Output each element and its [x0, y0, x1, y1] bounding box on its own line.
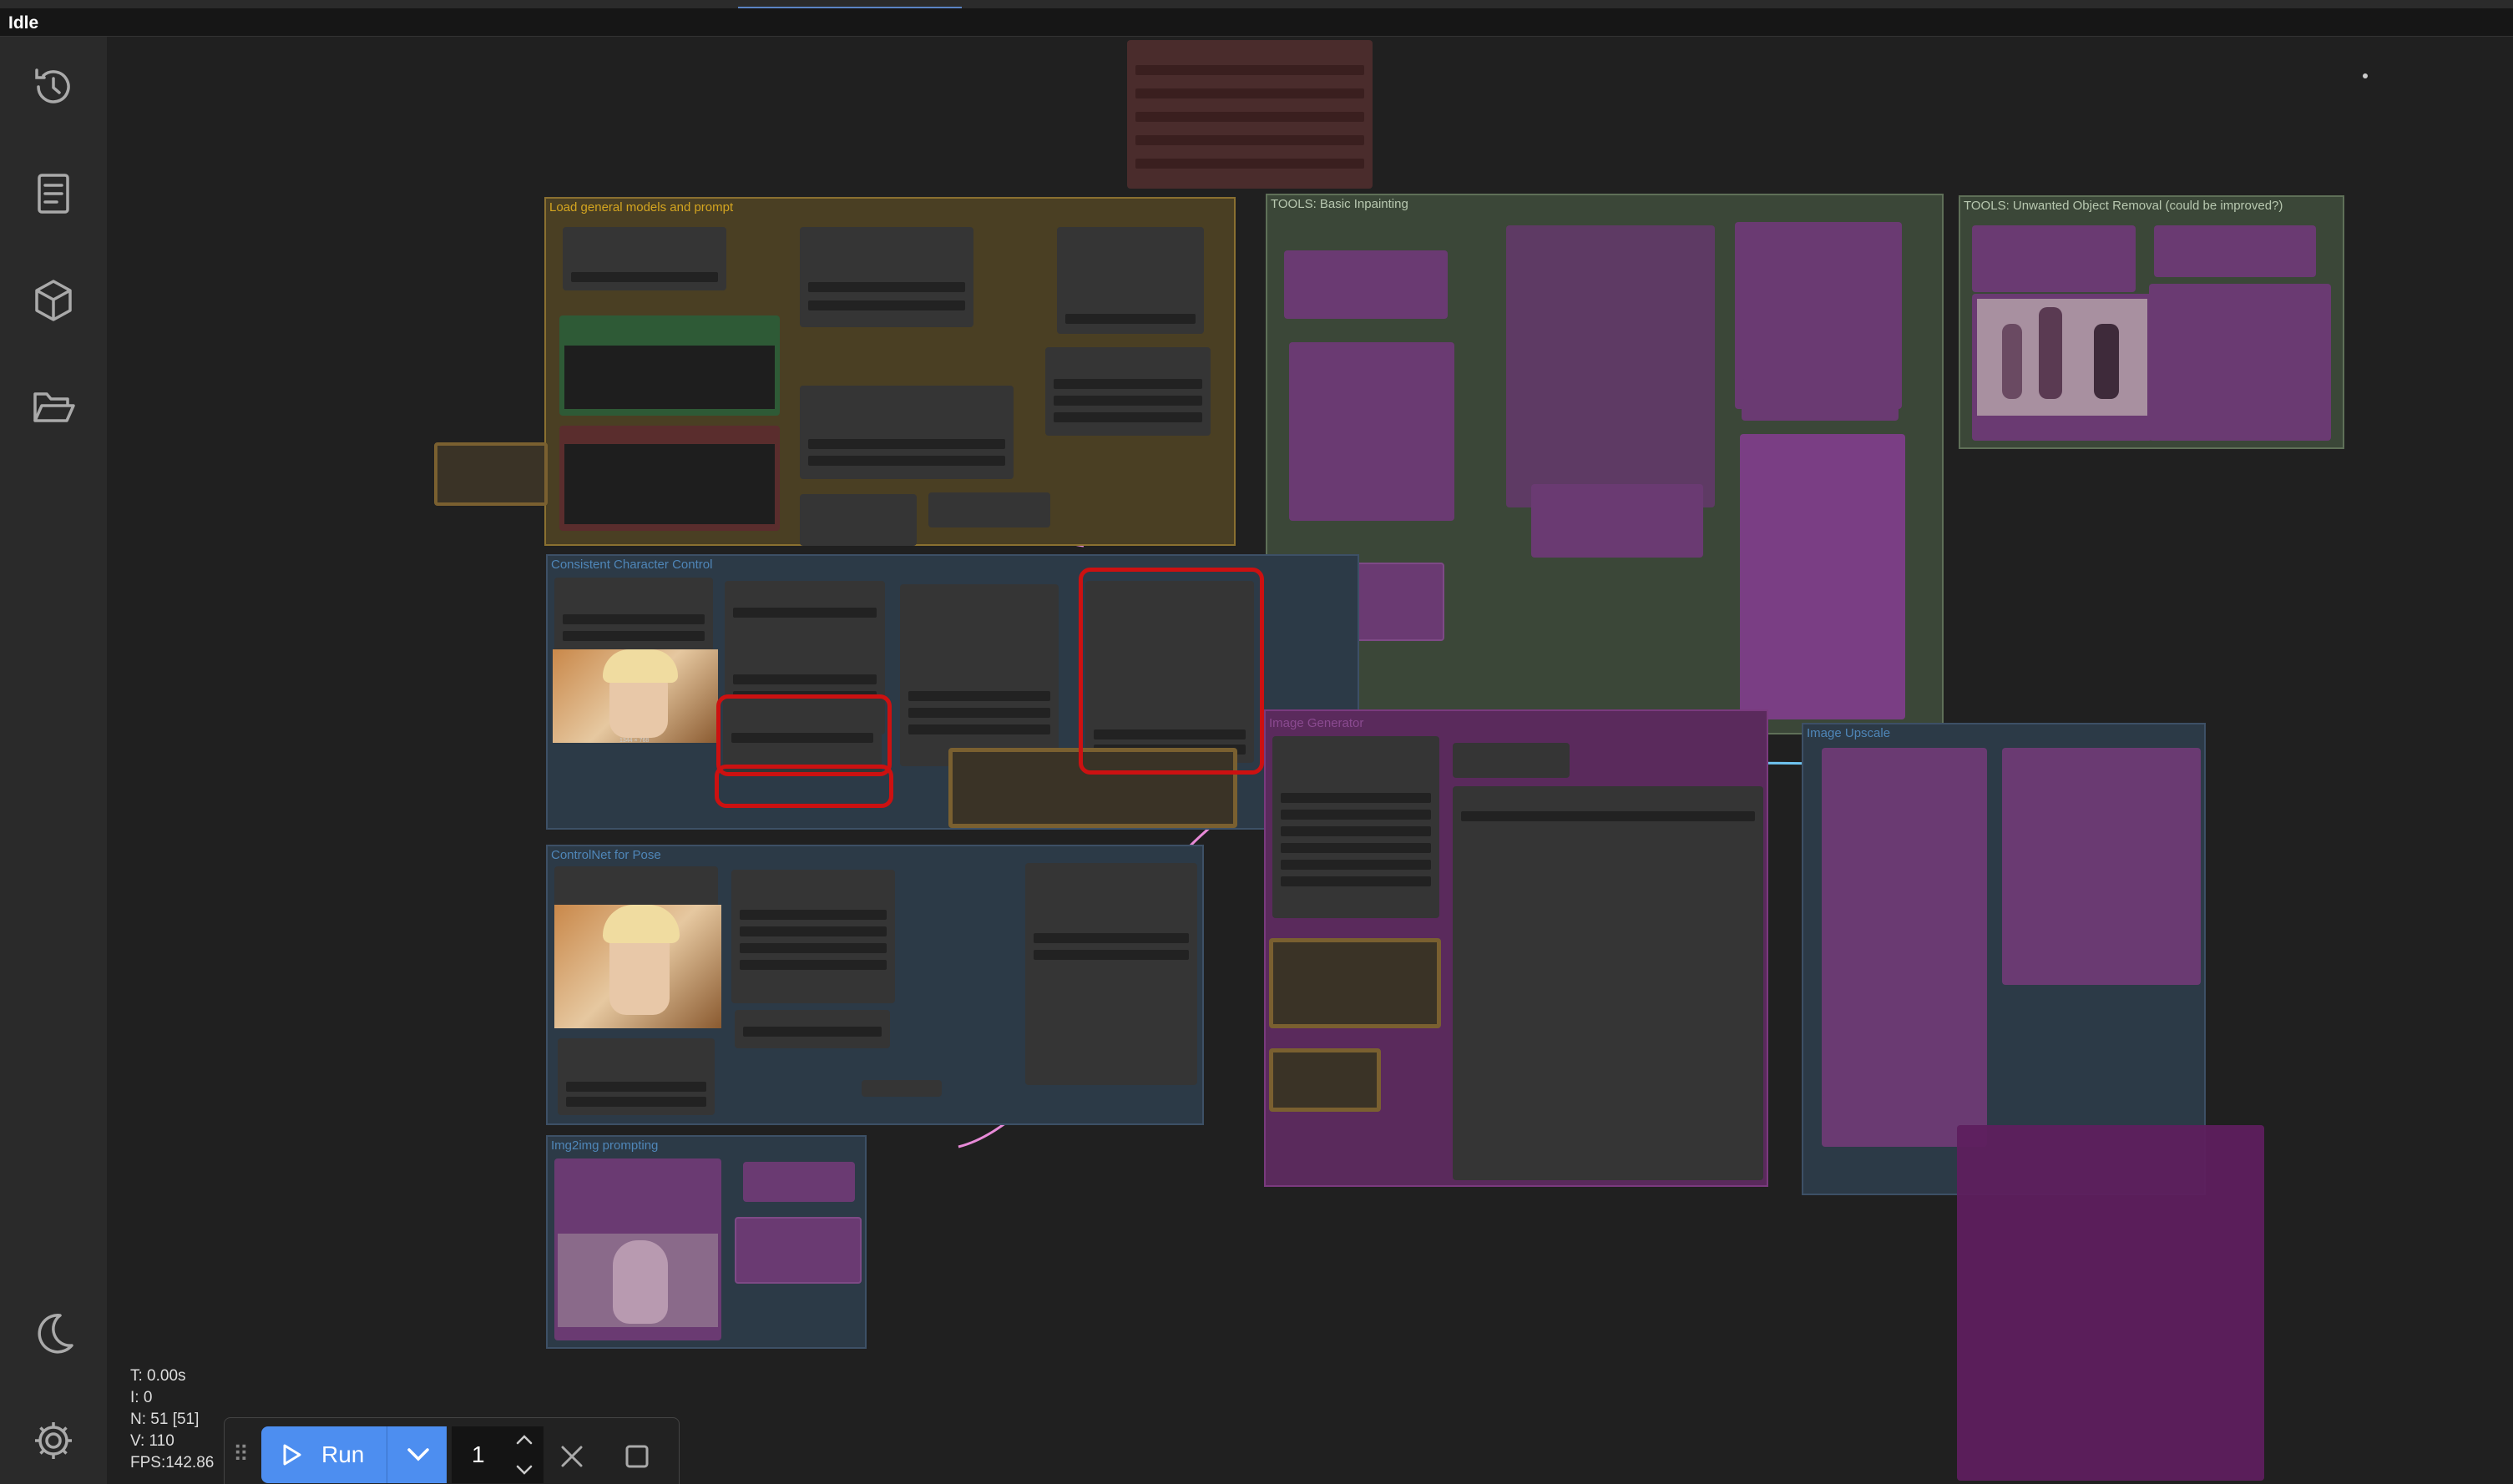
portrait-image-1: [553, 649, 718, 743]
status-text: Idle: [8, 13, 39, 33]
run-toolbar: ⠿ Run 1: [224, 1417, 680, 1484]
batch-count-input[interactable]: 1: [452, 1426, 544, 1483]
settings-button[interactable]: [27, 1414, 80, 1467]
sidebar: [0, 37, 107, 1484]
node-note-gen-2[interactable]: [1269, 1048, 1381, 1112]
portrait-image-3: [558, 1234, 718, 1327]
folder-open-icon: [33, 392, 75, 422]
node-img2img-loader[interactable]: [554, 1158, 721, 1340]
queue-history-button[interactable]: [27, 60, 80, 114]
node-pose-small[interactable]: [735, 1010, 890, 1048]
history-icon: [35, 68, 70, 103]
chevron-up-icon[interactable]: [515, 1433, 533, 1446]
workflows-button[interactable]: [27, 381, 80, 434]
stop-icon[interactable]: [624, 1443, 650, 1470]
node-vae-loader[interactable]: [800, 386, 1014, 479]
node-load-image-mask[interactable]: [1284, 250, 1448, 319]
node-note-left[interactable]: [434, 442, 548, 506]
drag-handle-icon[interactable]: ⠿: [233, 1441, 249, 1467]
theme-toggle-button[interactable]: [27, 1307, 80, 1360]
node-inpaint-decode[interactable]: [1531, 484, 1703, 558]
node-inpaint-model[interactable]: [1289, 342, 1454, 521]
group-title: Consistent Character Control: [551, 558, 713, 572]
model-library-button[interactable]: [27, 274, 80, 327]
node-controlnet-apply[interactable]: [1025, 863, 1197, 1085]
document-icon: [38, 174, 69, 214]
node-upscale-model[interactable]: [1822, 748, 1987, 1118]
stat-time: T: 0.00s: [130, 1367, 186, 1385]
group-title: Image Upscale: [1807, 726, 1891, 740]
run-button[interactable]: Run: [261, 1426, 447, 1483]
node-small-b[interactable]: [928, 492, 1050, 527]
node-upscale-save[interactable]: [1957, 1125, 2264, 1481]
moon-icon: [38, 1314, 73, 1354]
node-removal-save[interactable]: [2149, 284, 2331, 441]
highlight-small-node: [715, 765, 893, 808]
group-title: ControlNet for Pose: [551, 848, 661, 862]
node-lora-loader[interactable]: [800, 227, 973, 327]
portrait-image-2: [554, 905, 721, 1028]
node-removal-loader[interactable]: [1972, 225, 2136, 292]
chevron-down-icon[interactable]: [515, 1463, 533, 1476]
batch-count-value: 1: [472, 1441, 485, 1467]
stat-vertices: V: 110: [130, 1432, 174, 1450]
render-stats: T: 0.00s I: 0 N: 51 [51] V: 110 FPS:142.…: [130, 1365, 214, 1474]
node-inpaint-small[interactable]: [1742, 379, 1899, 421]
node-inpaint-save-image[interactable]: [1740, 434, 1905, 719]
gear-icon: [35, 1422, 72, 1459]
node-empty-latent[interactable]: [1045, 347, 1211, 436]
node-upscale-preview[interactable]: [2002, 748, 2201, 985]
graph-canvas[interactable]: Load general models and prompt TOOLS: Ba…: [107, 37, 2513, 1484]
node-ksampler[interactable]: [1272, 736, 1439, 918]
node-clip-settings[interactable]: [1057, 227, 1204, 334]
top-tab-strip: [0, 0, 2513, 8]
node-removal-image[interactable]: [1972, 294, 2152, 441]
node-reroute[interactable]: [862, 1080, 942, 1097]
cube-icon: [35, 280, 72, 321]
node-checkpoint-loader[interactable]: [563, 227, 726, 290]
group-photo-image: [1977, 299, 2147, 416]
group-title: Load general models and prompt: [549, 200, 734, 215]
stat-fps: FPS:142.86: [130, 1454, 215, 1471]
node-pose-preprocessor[interactable]: [558, 1038, 715, 1115]
chevron-down-icon: [407, 1448, 429, 1461]
highlight-faceid: [1079, 568, 1264, 775]
node-controlnet-loader[interactable]: [731, 870, 895, 1003]
node-save-image[interactable]: [1453, 786, 1763, 1180]
node-negative-prompt[interactable]: [559, 426, 780, 531]
image-caption: 1344 × 768: [619, 738, 650, 744]
stat-iterations: I: 0: [130, 1389, 153, 1406]
run-label: Run: [321, 1441, 365, 1467]
group-title: TOOLS: Basic Inpainting: [1271, 197, 1408, 211]
floating-node-top[interactable]: [1127, 40, 2368, 189]
node-img2img-encode[interactable]: [743, 1162, 855, 1202]
node-library-button[interactable]: [27, 167, 80, 220]
group-title: Image Generator: [1269, 716, 1364, 730]
node-img2img-preview[interactable]: [735, 1217, 862, 1284]
status-bar: Idle: [0, 8, 2513, 37]
node-positive-prompt[interactable]: [559, 315, 780, 416]
node-note-gen-1[interactable]: [1269, 938, 1441, 1028]
run-mode-dropdown[interactable]: [387, 1426, 447, 1483]
node-vae-decode[interactable]: [1453, 743, 1570, 778]
node-ipadapter-apply[interactable]: [900, 584, 1059, 766]
node-removal-model[interactable]: [2154, 225, 2316, 277]
group-title: TOOLS: Unwanted Object Removal (could be…: [1964, 199, 2283, 213]
play-icon: [283, 1444, 301, 1466]
node-small-a[interactable]: [800, 494, 917, 546]
group-title: Img2img prompting: [551, 1138, 659, 1153]
cancel-icon[interactable]: [559, 1443, 585, 1470]
stat-nodes: N: 51 [51]: [130, 1411, 200, 1428]
